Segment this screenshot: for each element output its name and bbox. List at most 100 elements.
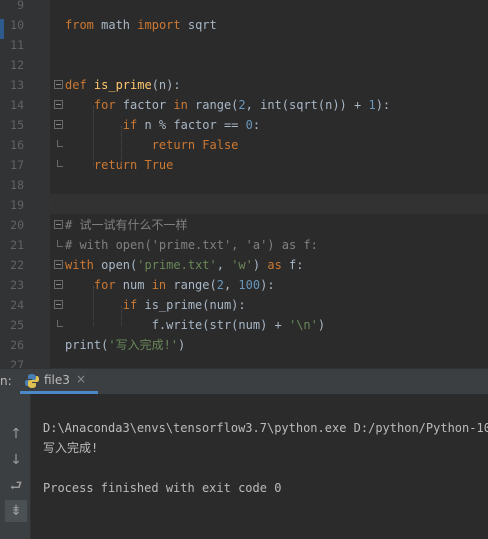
console-line: Process finished with exit code 0 — [43, 481, 282, 495]
run-panel-label: n: — [0, 374, 12, 388]
code-token: ): — [260, 278, 275, 292]
code-token: ) — [317, 318, 326, 332]
line-number: 22 — [10, 258, 24, 272]
line-number: 26 — [10, 338, 24, 352]
fold-toggle-icon[interactable] — [54, 260, 63, 269]
run-console[interactable]: D:\Anaconda3\envs\tensorflow3.7\python.e… — [0, 394, 488, 539]
code-token: from — [65, 18, 94, 32]
code-token: f: — [281, 258, 304, 272]
line-number: 11 — [10, 38, 24, 52]
line-number: 27 — [10, 358, 24, 368]
tab-label: file3 — [44, 373, 70, 387]
code-line[interactable]: def is_prime(n): — [65, 75, 181, 95]
fold-end-icon — [57, 320, 63, 327]
code-token: in — [151, 278, 167, 292]
fold-end-icon — [57, 240, 63, 247]
code-token: is_prime — [93, 78, 152, 92]
code-line[interactable]: # with open('prime.txt', 'a') as f: — [65, 235, 318, 255]
fold-end-icon — [57, 160, 63, 167]
indent-guide — [93, 286, 94, 326]
code-line[interactable]: if n % factor == 0: — [65, 115, 260, 135]
code-token: return False — [65, 138, 239, 152]
code-token: if — [65, 298, 138, 312]
tab-file3[interactable]: file3 × — [20, 369, 98, 394]
line-number: 15 — [10, 118, 24, 132]
code-token: 2 — [216, 278, 224, 292]
code-line[interactable]: from math import sqrt — [65, 15, 217, 35]
fold-toggle-icon[interactable] — [54, 80, 63, 89]
code-token: ) — [252, 258, 268, 272]
code-token: sqrt — [180, 18, 217, 32]
arrow-down-icon[interactable]: ↓ — [5, 449, 27, 471]
close-icon[interactable]: × — [76, 372, 86, 386]
indent-guide — [121, 306, 122, 326]
current-line-highlight — [50, 194, 488, 214]
code-token: with — [65, 258, 94, 272]
console-line: 写入完成! — [43, 441, 99, 455]
code-line[interactable]: f.write(str(num) + '\n') — [65, 315, 325, 335]
code-token: is_prime(num): — [137, 298, 246, 312]
code-token: ) — [178, 338, 186, 352]
code-line[interactable]: return False — [65, 135, 239, 155]
code-token: , — [216, 258, 232, 272]
line-number: 18 — [10, 178, 24, 192]
code-line[interactable]: print('写入完成!') — [65, 335, 185, 355]
code-token: n % factor == — [137, 118, 246, 132]
line-number: 13 — [10, 78, 24, 92]
fold-end-icon — [57, 140, 63, 147]
code-token: 2 — [238, 98, 246, 112]
code-token: , — [223, 278, 239, 292]
arrow-up-icon[interactable]: ↑ — [5, 423, 27, 445]
code-token: print( — [65, 338, 109, 352]
code-token: num — [115, 278, 152, 292]
line-number: 9 — [17, 0, 24, 12]
code-token: : — [252, 118, 261, 132]
code-token: 1 — [368, 98, 376, 112]
line-number: 16 — [10, 138, 24, 152]
line-number: 23 — [10, 278, 24, 292]
code-line[interactable]: return True — [65, 155, 173, 175]
code-line[interactable]: for factor in range(2, int(sqrt(n)) + 1)… — [65, 95, 390, 115]
line-number: 14 — [10, 98, 24, 112]
code-line[interactable]: for num in range(2, 100): — [65, 275, 275, 295]
code-token: 'prime.txt' — [137, 258, 217, 272]
fold-toggle-icon[interactable] — [54, 100, 63, 109]
fold-toggle-icon[interactable] — [54, 120, 63, 129]
code-token: in — [173, 98, 188, 112]
soft-wrap-icon[interactable]: ⮐ — [5, 475, 27, 497]
line-number: 24 — [10, 298, 24, 312]
code-token: # 试一试有什么不一样 — [65, 218, 188, 232]
line-number: 19 — [10, 198, 24, 212]
line-number: 20 — [10, 218, 24, 232]
code-token: open( — [93, 258, 138, 272]
code-token: ): — [375, 98, 391, 112]
code-token: f.write(str(num) + — [65, 318, 289, 332]
code-token: 0 — [245, 118, 253, 132]
code-token: (n): — [151, 78, 181, 92]
line-number: 12 — [10, 58, 24, 72]
scroll-to-end-icon[interactable]: ⇟ — [5, 500, 27, 522]
fold-toggle-icon[interactable] — [54, 280, 63, 289]
code-token: as — [267, 258, 282, 272]
code-line[interactable]: # 试一试有什么不一样 — [65, 215, 187, 235]
line-number: 25 — [10, 318, 24, 332]
line-number: 10 — [10, 18, 24, 32]
code-token: range( — [187, 98, 239, 112]
line-number: 17 — [10, 158, 24, 172]
code-line[interactable]: with open('prime.txt', 'w') as f: — [65, 255, 303, 275]
fold-toggle-icon[interactable] — [54, 300, 63, 309]
console-line: D:\Anaconda3\envs\tensorflow3.7\python.e… — [43, 421, 488, 435]
run-tab-bar: n: file3 × — [0, 368, 488, 394]
code-token: factor — [115, 98, 174, 112]
code-token: for — [65, 98, 116, 112]
code-token: def — [65, 78, 94, 92]
code-editor[interactable]: 9 10 11 12 13 14 15 16 17 18 19 20 21 22 23 24 25 26 27 fr… — [0, 0, 488, 368]
run-toolbar: ↑ ↓ ⮐ ⇟ — [0, 394, 31, 539]
code-token: return True — [65, 158, 174, 172]
indent-guide — [93, 106, 94, 166]
code-token: 'w' — [231, 258, 253, 272]
line-number: 21 — [10, 238, 24, 252]
code-token: math — [93, 18, 138, 32]
fold-toggle-icon[interactable] — [54, 220, 63, 229]
code-token: for — [65, 278, 116, 292]
